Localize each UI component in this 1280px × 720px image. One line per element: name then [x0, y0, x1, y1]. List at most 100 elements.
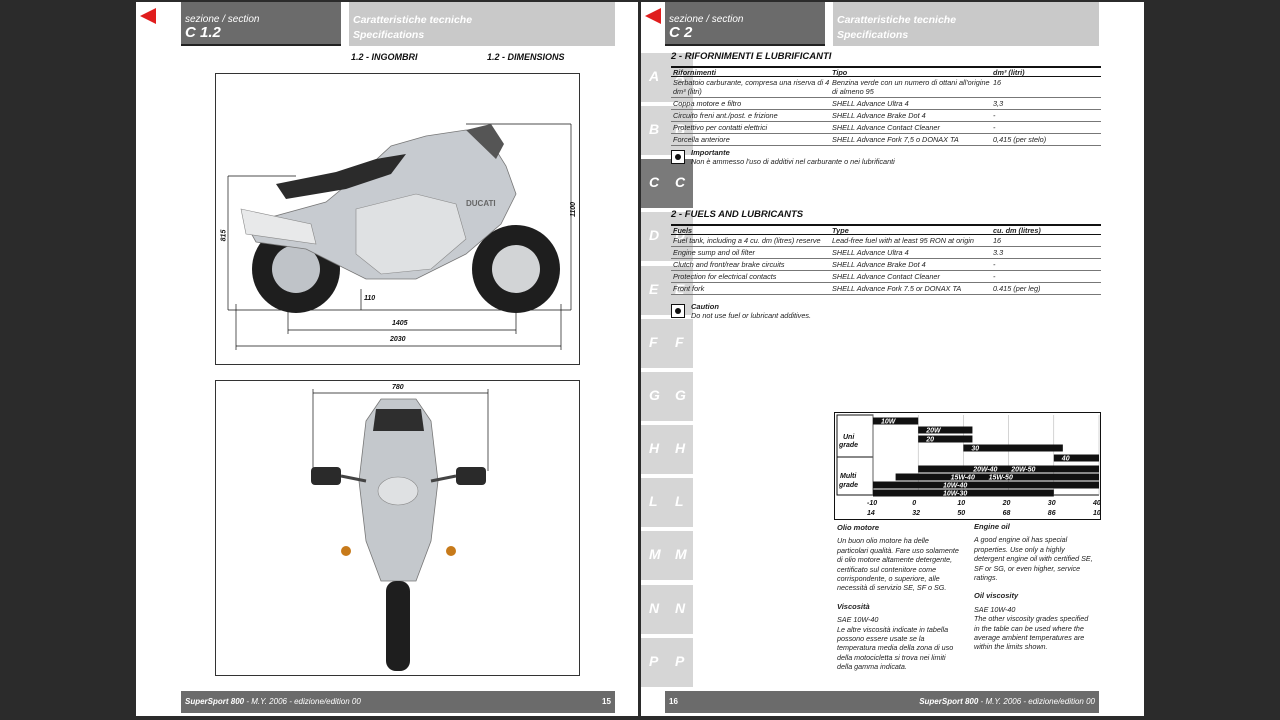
text-line: di olio motore altamente detergente, — [837, 555, 953, 565]
table-cell: SHELL Advance Brake Dot 4 — [832, 260, 926, 269]
page-title-it: Caratteristiche tecniche — [353, 14, 473, 26]
text-line: detergent engine oil with certified SE, — [974, 554, 1093, 564]
section-code: C 2 — [669, 24, 693, 41]
viscosity-label: 20W-50 — [1010, 467, 1035, 474]
table-cell: Clutch and front/rear brake circuits — [673, 260, 785, 269]
table-cell: SHELL Advance Fork 7.5 or DONAX TA — [832, 284, 962, 293]
table-header: Rifornimenti Tipo dm³ (litri) — [671, 66, 1101, 77]
header-cell: Fuels — [673, 226, 693, 235]
tab-l[interactable]: LL — [641, 478, 693, 527]
c-tick-label: 20 — [1002, 500, 1011, 507]
table-cell: SHELL Advance Ultra 4 — [832, 99, 909, 108]
it-section-title: 2 - RIFORNIMENTI E LUBRIFICANTI — [671, 51, 832, 62]
tab-m[interactable]: MM — [641, 531, 693, 580]
tab-letter: P — [675, 653, 685, 669]
text-line: necessità di servizio SE, SF o SG. — [837, 583, 947, 593]
tab-f[interactable]: FF — [641, 319, 693, 368]
table-cell: Serbatoio carburante, compresa una riser… — [673, 78, 830, 96]
table-cell: 3.3 — [993, 248, 1004, 257]
oil-it-title: Olio motore — [837, 523, 880, 532]
table-cell: - — [993, 272, 996, 281]
viscosity-label: 30 — [971, 446, 979, 453]
table-cell: Protection for electrical contacts — [673, 272, 777, 281]
dim-seat-height: 815 — [220, 229, 228, 242]
footer-edition: - M.Y. 2006 - edizione/edition 00 — [978, 697, 1095, 706]
viscosity-bar — [873, 417, 919, 425]
viscosity-bar — [1053, 454, 1099, 462]
tab-letter: E — [649, 281, 659, 297]
tab-letter: F — [649, 334, 658, 350]
table-row: Engine sump and oil filter SHELL Advance… — [671, 247, 1101, 259]
c-tick-label: -10 — [867, 500, 877, 507]
section-header: sezione / section C 1.2 — [181, 2, 341, 46]
header-cell: Tipo — [832, 68, 848, 77]
footer-left: SuperSport 800 - M.Y. 2006 - edizione/ed… — [181, 691, 615, 713]
footer-model: SuperSport 800 — [185, 697, 245, 706]
c-tick-label: 10 — [957, 500, 965, 507]
text-line: della motocicletta si trova nei limiti — [837, 652, 946, 662]
footer-right: SuperSport 800 - M.Y. 2006 - edizione/ed… — [665, 691, 1099, 713]
viscosity-label: 20W — [925, 428, 942, 435]
it-warning-note: Importante Non è ammesso l'uso di additi… — [671, 148, 971, 170]
subtitle-it: 1.2 - INGOMBRI — [351, 52, 418, 62]
table-cell: Lead-free fuel with at least 95 RON at o… — [832, 236, 974, 245]
table-cell: Front fork — [673, 284, 705, 293]
tab-letter: L — [675, 493, 684, 509]
table-cell: SHELL Advance Contact Cleaner — [832, 272, 940, 281]
viscosity-label: 15W-50 — [989, 475, 1013, 482]
text-line: average ambient temperatures are — [974, 633, 1085, 643]
text-line: SF or SG, or even higher, service — [974, 563, 1081, 573]
tab-letter: L — [649, 493, 658, 509]
text-line: A good engine oil has special — [974, 535, 1068, 545]
table-row: Clutch and front/rear brake circuits SHE… — [671, 259, 1101, 271]
table-row: Circuito freni ant./post. e frizione SHE… — [671, 110, 1101, 122]
f-tick-label: 104 F — [1093, 510, 1100, 517]
header-rule — [665, 44, 825, 46]
text-line: possono essere usate se la — [837, 634, 925, 644]
table-cell: SHELL Advance Fork 7,5 o DONAX TA — [832, 135, 959, 144]
tab-letter: N — [675, 600, 686, 616]
table-cell: 16 — [993, 78, 1002, 87]
f-tick-label: 50 — [957, 510, 965, 517]
table-cell: 16 — [993, 236, 1002, 245]
tab-letter: H — [649, 440, 660, 456]
f-tick-label: 14 — [867, 510, 875, 517]
visc-it-title: Viscosità — [837, 601, 870, 611]
header-cell: Type — [832, 226, 849, 235]
uni-grade-label: grade — [838, 442, 858, 449]
tab-letter: P — [649, 653, 659, 669]
en-section-title: 2 - FUELS AND LUBRICANTS — [671, 209, 804, 220]
header-rule — [181, 44, 341, 46]
tab-p[interactable]: PP — [641, 638, 693, 687]
viscosity-bar — [873, 481, 1099, 489]
table-cell: Circuito freni ant./post. e frizione — [673, 111, 778, 120]
tab-letter: B — [649, 121, 660, 137]
tab-letter: C — [675, 174, 686, 190]
page-title-box: Caratteristiche tecniche Specifications — [833, 2, 1099, 46]
svg-text:DUCATI: DUCATI — [466, 199, 496, 208]
oil-en-title: Engine oil — [974, 522, 1010, 531]
header-cell: Rifornimenti — [673, 68, 716, 77]
note-title: Importante — [691, 148, 730, 157]
page-title-box: Caratteristiche tecniche Specifications — [349, 2, 615, 46]
table-cell: 0,415 (per stelo) — [993, 135, 1047, 144]
table-cell: Engine sump and oil filter — [673, 248, 755, 257]
left-page: sezione / section C 1.2 Caratteristiche … — [136, 2, 638, 716]
tab-letter: H — [675, 440, 686, 456]
motorcycle-front-image — [311, 389, 489, 671]
viscosity-label: 20 — [925, 437, 934, 444]
tab-n[interactable]: NN — [641, 585, 693, 634]
text-line: certificato sul contenitore come — [837, 564, 937, 574]
tab-letter: A — [649, 68, 660, 84]
tab-letter: M — [675, 546, 687, 562]
c-tick-label: 30 — [1048, 500, 1056, 507]
table-cell: Coppa motore e filtro — [673, 99, 742, 108]
tab-h[interactable]: HH — [641, 425, 693, 474]
dim-ground-clearance: 110 — [364, 295, 376, 302]
back-arrow-icon[interactable] — [140, 8, 156, 24]
warning-icon — [671, 150, 685, 164]
viscosity-label: 15W-40 — [951, 475, 975, 482]
tab-g[interactable]: GG — [641, 372, 693, 421]
back-arrow-icon[interactable] — [645, 8, 661, 24]
c-tick-label: 0 — [912, 500, 916, 507]
